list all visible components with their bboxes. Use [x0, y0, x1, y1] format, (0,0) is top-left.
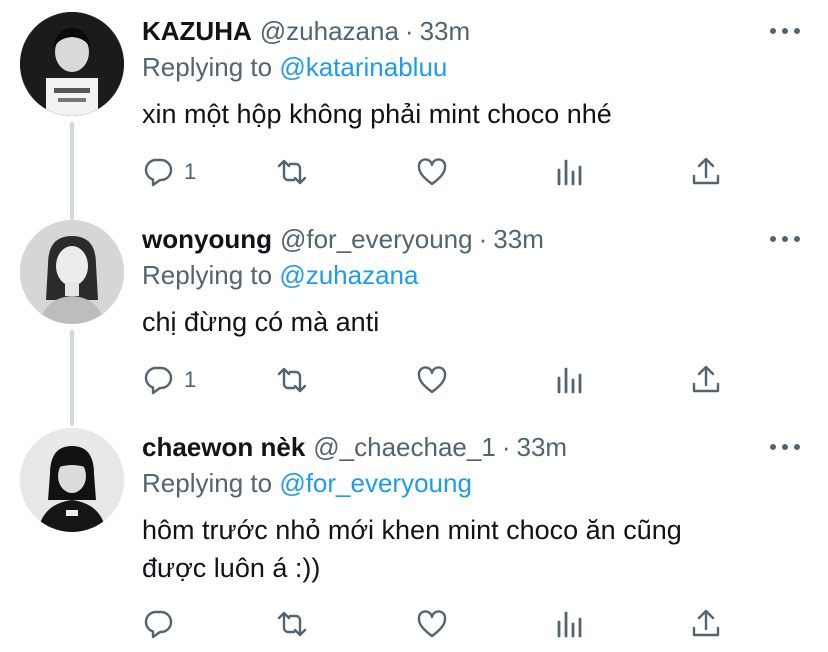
like-button[interactable] — [416, 154, 448, 190]
retweet-icon — [277, 611, 307, 637]
timestamp[interactable]: 33m — [420, 14, 471, 48]
user-handle[interactable]: @for_everyoung — [280, 222, 473, 256]
analytics-button[interactable] — [554, 154, 586, 190]
more-icon[interactable] — [770, 27, 800, 35]
retweet-icon — [277, 159, 307, 185]
tweet-actions — [142, 606, 742, 642]
separator: · — [478, 224, 488, 254]
share-icon — [692, 157, 720, 185]
like-button[interactable] — [416, 362, 448, 398]
retweet-button[interactable] — [276, 154, 308, 190]
replying-to: Replying to @zuhazana — [142, 258, 418, 292]
share-button[interactable] — [690, 154, 722, 190]
share-icon — [692, 609, 720, 637]
analytics-icon — [557, 367, 582, 394]
avatar[interactable] — [20, 220, 124, 324]
avatar[interactable] — [20, 12, 124, 116]
more-icon[interactable] — [770, 235, 800, 243]
mention-link[interactable]: @zuhazana — [279, 260, 418, 290]
replying-to-label: Replying to — [142, 52, 273, 82]
avatar-image — [20, 428, 124, 532]
like-icon — [417, 610, 447, 638]
share-button[interactable] — [690, 362, 722, 398]
avatar[interactable] — [20, 428, 124, 532]
retweet-icon — [277, 367, 307, 393]
display-name[interactable]: wonyoung — [142, 222, 272, 256]
separator: · — [501, 432, 511, 462]
replying-to-label: Replying to — [142, 468, 273, 498]
reply-button[interactable]: 1 — [142, 154, 196, 190]
share-icon — [692, 365, 720, 393]
avatar-image — [20, 220, 124, 324]
tweet-actions: 1 — [142, 362, 742, 398]
tweet-text: xin một hộp không phải mint choco nhé — [142, 99, 612, 129]
reply-button[interactable]: 1 — [142, 362, 196, 398]
analytics-button[interactable] — [554, 362, 586, 398]
mention-link[interactable]: @for_everyoung — [279, 468, 472, 498]
like-icon — [417, 366, 447, 394]
tweet-actions: 1 — [142, 154, 742, 190]
share-button[interactable] — [690, 606, 722, 642]
timestamp[interactable]: 33m — [517, 430, 568, 464]
mention-link[interactable]: @katarinabluu — [279, 52, 447, 82]
separator: · — [404, 16, 414, 46]
reply-count: 1 — [184, 159, 197, 184]
analytics-icon — [557, 159, 582, 186]
retweet-button[interactable] — [276, 362, 308, 398]
thread-line — [70, 330, 74, 426]
reply-icon — [144, 610, 173, 639]
like-button[interactable] — [416, 606, 448, 642]
user-handle[interactable]: @_chaechae_1 — [313, 430, 496, 464]
replying-to-label: Replying to — [142, 260, 273, 290]
replying-to: Replying to @katarinabluu — [142, 50, 447, 84]
avatar-image — [20, 12, 124, 116]
reply-icon — [144, 366, 173, 395]
retweet-button[interactable] — [276, 606, 308, 642]
user-handle[interactable]: @zuhazana — [260, 14, 399, 48]
thread-line — [70, 122, 74, 220]
display-name[interactable]: chaewon nèk — [142, 430, 305, 464]
reply-count: 1 — [184, 367, 197, 392]
reply-icon — [144, 158, 173, 187]
replying-to: Replying to @for_everyoung — [142, 466, 472, 500]
like-icon — [417, 158, 447, 186]
analytics-icon — [557, 611, 582, 638]
tweet-text: chị đừng có mà anti — [142, 307, 380, 337]
tweet-text: hôm trước nhỏ mới khen mint choco ăn cũn… — [142, 515, 682, 583]
timestamp[interactable]: 33m — [493, 222, 544, 256]
reply-button[interactable] — [142, 606, 184, 642]
analytics-button[interactable] — [554, 606, 586, 642]
more-icon[interactable] — [770, 443, 800, 451]
display-name[interactable]: KAZUHA — [142, 14, 252, 48]
